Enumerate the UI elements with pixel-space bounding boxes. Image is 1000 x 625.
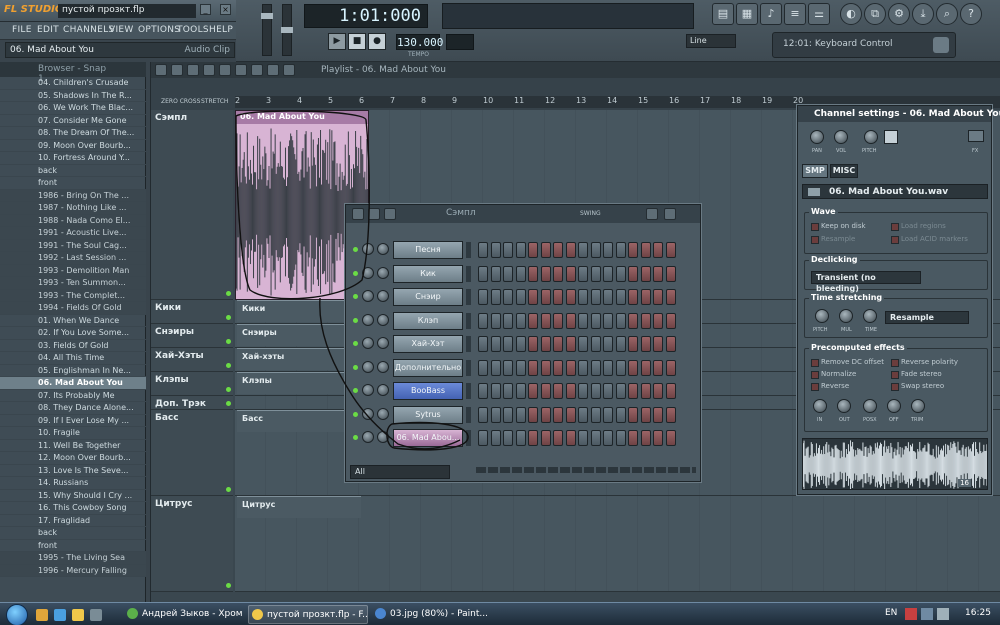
hand-drawn-annotation bbox=[235, 110, 469, 451]
task-chrome[interactable]: Андрей Зыков - Хром bbox=[124, 605, 244, 624]
flag-icon[interactable] bbox=[921, 608, 933, 620]
desktop-icon[interactable] bbox=[90, 609, 102, 621]
task-chrome-label: Андрей Зыков - Хром bbox=[142, 609, 243, 619]
clock: 16:25 bbox=[965, 608, 991, 618]
start-button[interactable] bbox=[6, 604, 28, 625]
taskbar: Андрей Зыков - Хром пустой прозкт.flp - … bbox=[0, 602, 1000, 625]
fl-studio-icon bbox=[252, 609, 263, 620]
explorer-icon[interactable] bbox=[36, 609, 48, 621]
browser-quicklaunch-icon[interactable] bbox=[54, 609, 66, 621]
task-paint[interactable]: 03.jpg (80%) - Paint... bbox=[372, 605, 492, 624]
chrome-icon bbox=[127, 608, 138, 619]
task-flstudio[interactable]: пустой прозкт.flp - F... bbox=[248, 605, 368, 624]
paint-icon bbox=[375, 608, 386, 619]
task-paint-label: 03.jpg (80%) - Paint... bbox=[390, 609, 488, 619]
fl-quicklaunch-icon[interactable] bbox=[72, 609, 84, 621]
task-flstudio-label: пустой прозкт.flp - F... bbox=[267, 610, 368, 620]
network-icon[interactable] bbox=[905, 608, 917, 620]
language-indicator[interactable]: EN bbox=[885, 608, 897, 618]
volume-icon[interactable] bbox=[937, 608, 949, 620]
